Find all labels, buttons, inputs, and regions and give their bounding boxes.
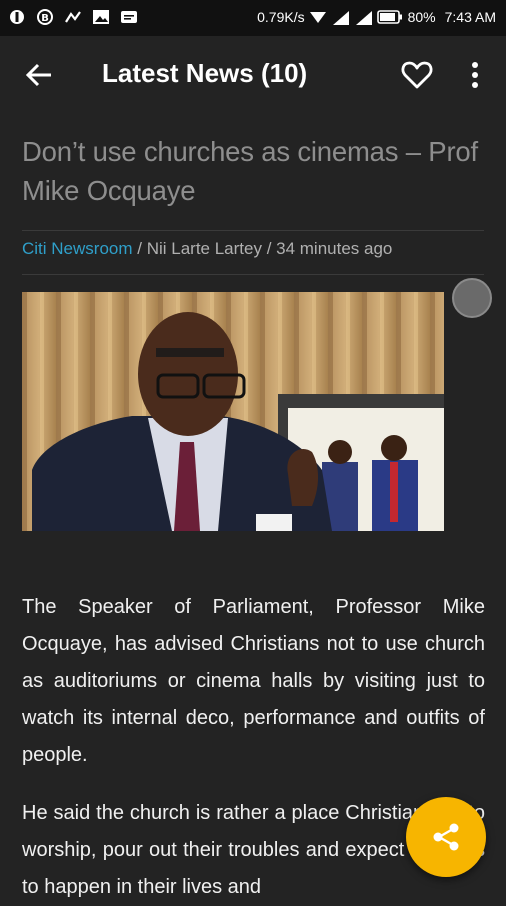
heart-icon [401,61,433,89]
article-paragraph: The Speaker of Parliament, Professor Mik… [22,596,485,766]
image-icon [93,10,109,24]
bitcoin-icon: B [37,9,53,25]
more-options-button[interactable] [462,58,488,92]
divider [22,274,484,275]
divider [22,230,484,231]
signal-icon [332,10,349,25]
battery-level: 80% [407,9,436,25]
back-arrow-icon [25,63,51,87]
notification-icons: B [8,8,138,26]
wifi-icon [309,12,326,23]
speaker-photo [22,292,444,531]
source-link[interactable]: Citi Newsroom [22,239,133,258]
back-button[interactable] [22,58,56,92]
article-byline: Citi Newsroom / Nii Larte Lartey / 34 mi… [22,239,392,259]
analytics-icon [65,11,81,23]
battery-icon [376,10,402,24]
page-title: Latest News (10) [102,58,308,88]
system-status: 0.79K/s 80% 7:43 AM [257,9,496,25]
article-title: Don’t use churches as cinemas – Prof Mik… [22,136,478,206]
svg-text:B: B [41,13,49,24]
share-icon [433,823,459,851]
status-bar: B 0.79K/s 80% 7:43 AM [0,0,506,36]
author-time: / Nii Larte Lartey / 34 minutes ago [132,239,393,258]
favorite-button[interactable] [400,58,434,92]
share-button[interactable] [406,797,486,877]
notification-dot-icon [10,10,24,24]
message-icon [121,11,137,23]
app-bar: Latest News (10) [0,36,506,114]
signal-2-icon [355,10,372,25]
scrollbar-thumb[interactable] [452,278,492,318]
clock: 7:43 AM [444,9,496,25]
network-speed: 0.79K/s [257,9,305,25]
more-vert-icon [472,62,478,88]
article-image [22,292,444,531]
